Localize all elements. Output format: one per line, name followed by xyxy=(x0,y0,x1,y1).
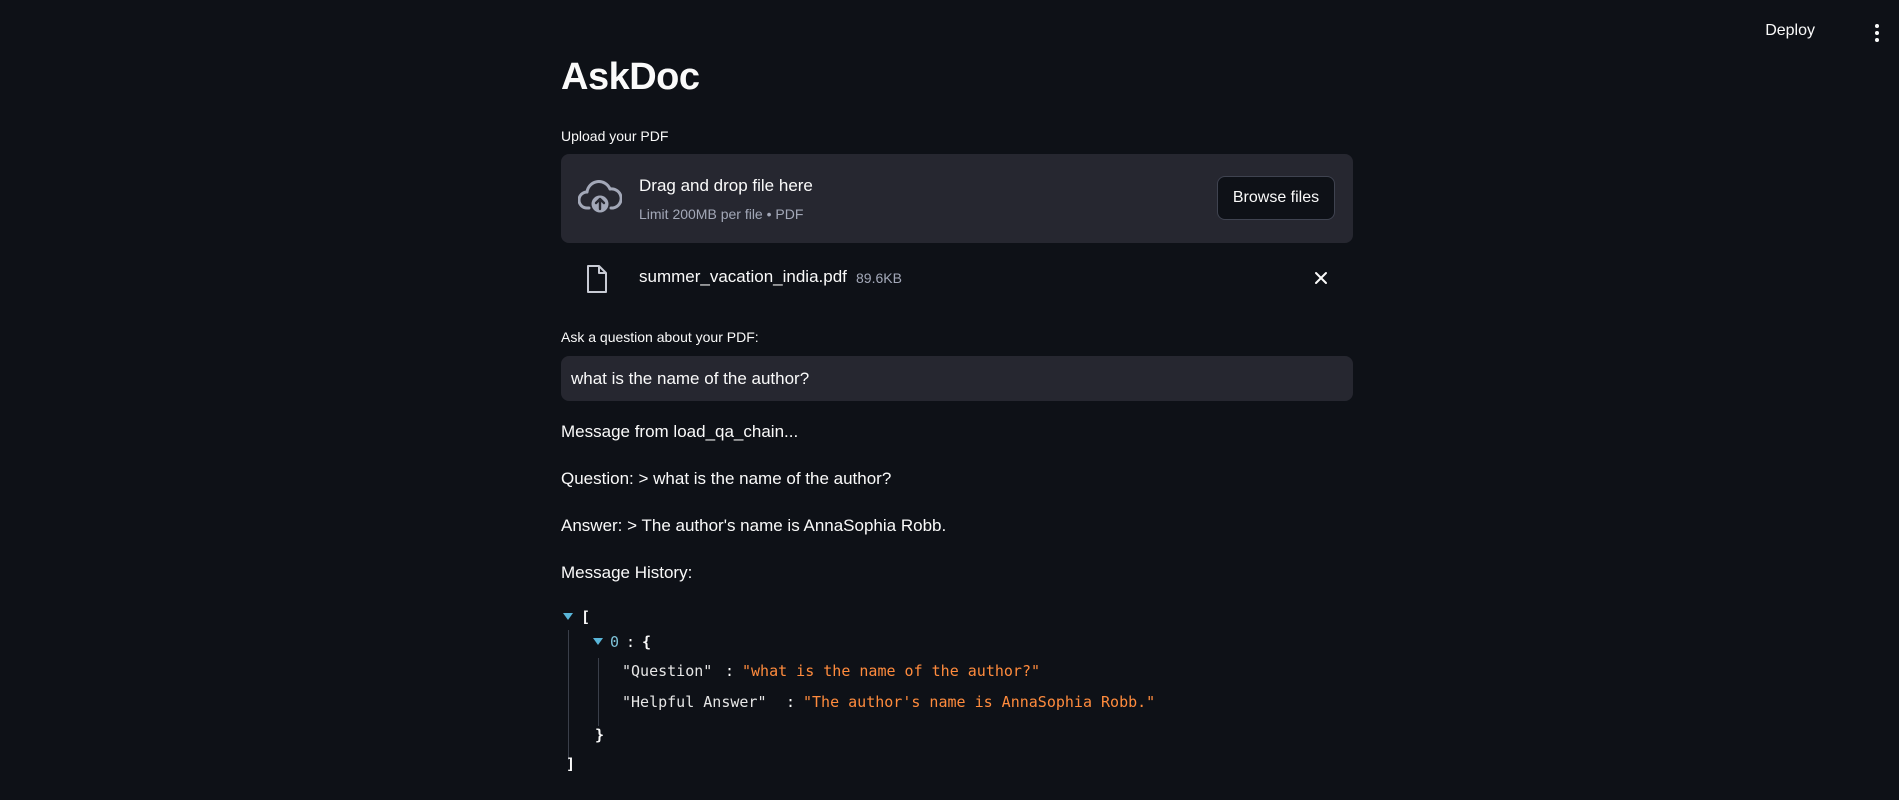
answer-line: Answer: > The author's name is AnnaSophi… xyxy=(561,516,947,535)
collapse-toggle-icon[interactable] xyxy=(563,613,573,620)
uploaded-file-size: 89.6KB xyxy=(856,270,902,286)
json-indent-guide xyxy=(598,658,599,726)
json-string-value: "The author's name is AnnaSophia Robb." xyxy=(803,693,1156,711)
collapse-toggle-icon[interactable] xyxy=(593,638,603,645)
kebab-vertical-icon[interactable] xyxy=(1871,24,1883,46)
close-icon[interactable] xyxy=(1313,270,1329,286)
file-dropzone[interactable]: Drag and drop file here Limit 200MB per … xyxy=(561,154,1353,243)
page-title: AskDoc xyxy=(561,56,700,98)
json-key: "Question" xyxy=(622,662,713,680)
json-colon: : xyxy=(626,633,636,651)
json-key: "Helpful Answer" xyxy=(622,693,767,711)
json-indent-guide xyxy=(568,630,569,760)
deploy-button[interactable]: Deploy xyxy=(1765,22,1815,40)
json-open-bracket: [ xyxy=(581,608,591,626)
question-input-label: Ask a question about your PDF: xyxy=(561,329,759,345)
question-input[interactable] xyxy=(561,356,1353,401)
history-label: Message History: xyxy=(561,563,693,582)
json-string-value: "what is the name of the author?" xyxy=(742,662,1041,680)
top-toolbar: Deploy xyxy=(0,0,1899,70)
json-colon: : xyxy=(725,662,735,680)
dropzone-subtitle: Limit 200MB per file • PDF xyxy=(639,206,804,222)
browse-files-button[interactable]: Browse files xyxy=(1217,176,1335,220)
uploaded-file-row: summer_vacation_india.pdf 89.6KB xyxy=(561,258,1353,298)
file-icon xyxy=(587,265,607,293)
uploaded-file-name: summer_vacation_india.pdf xyxy=(639,267,847,286)
json-close-bracket: ] xyxy=(566,755,576,773)
dropzone-title: Drag and drop file here xyxy=(639,176,813,195)
message-line: Message from load_qa_chain... xyxy=(561,422,799,441)
cloud-upload-icon xyxy=(578,180,622,213)
question-line: Question: > what is the name of the auth… xyxy=(561,469,892,488)
upload-label: Upload your PDF xyxy=(561,128,669,144)
json-open-brace: { xyxy=(642,633,652,651)
json-colon: : xyxy=(786,693,796,711)
json-index: 0 xyxy=(610,633,620,651)
json-close-brace: } xyxy=(595,726,605,744)
